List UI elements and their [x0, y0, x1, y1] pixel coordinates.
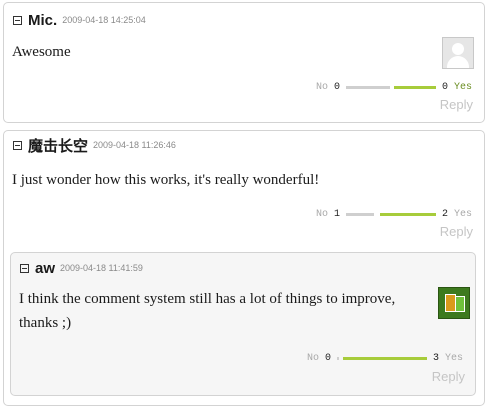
vote-no-count: 0	[333, 81, 340, 93]
comment-author[interactable]: aw	[35, 260, 55, 277]
vote-yes-fill	[379, 212, 436, 216]
comment-date: 2009-04-18 11:41:59	[60, 263, 143, 273]
reply-link[interactable]: Reply	[440, 97, 473, 112]
vote-no-fill	[345, 212, 374, 216]
collapse-icon[interactable]	[20, 263, 29, 273]
reply-comment: aw 2009-04-18 11:41:59 I think the comme…	[10, 252, 476, 396]
vote-track	[336, 356, 427, 360]
vote-no-label[interactable]: No	[307, 353, 319, 364]
default-user-icon	[442, 37, 474, 69]
collapse-icon[interactable]	[13, 140, 22, 150]
vote-no-count: 0	[324, 352, 331, 364]
vote-bar: No 0 3 Yes	[307, 351, 463, 365]
reply-link[interactable]: Reply	[432, 369, 465, 384]
green-game-avatar-icon	[438, 287, 470, 319]
reply-link[interactable]: Reply	[440, 224, 473, 239]
vote-yes-label[interactable]: Yes	[454, 209, 472, 220]
vote-bar: No 1 2 Yes	[316, 207, 472, 221]
comment-text: I think the comment system still has a l…	[19, 291, 396, 331]
vote-no-label[interactable]: No	[316, 209, 328, 220]
vote-track	[345, 212, 436, 216]
comment-text: Awesome	[12, 44, 71, 60]
vote-yes-label[interactable]: Yes	[445, 353, 463, 364]
vote-yes-label[interactable]: Yes	[454, 82, 472, 93]
vote-no-fill	[345, 85, 390, 89]
vote-no-fill	[336, 356, 339, 360]
vote-no-count: 1	[333, 208, 340, 220]
vote-yes-fill	[393, 85, 436, 89]
comment-date: 2009-04-18 11:26:46	[93, 140, 176, 150]
vote-yes-count: 3	[432, 352, 439, 364]
vote-no-label[interactable]: No	[316, 82, 328, 93]
comment-header: aw 2009-04-18 11:41:59	[20, 260, 143, 277]
comment-header: Mic. 2009-04-18 14:25:04	[13, 12, 146, 29]
vote-yes-count: 2	[441, 208, 448, 220]
comment-author[interactable]: 魔击长空	[28, 135, 88, 156]
vote-bar: No 0 0 Yes	[316, 80, 472, 94]
comment: Mic. 2009-04-18 14:25:04 Awesome No 0 0 …	[3, 2, 485, 123]
comment-text: I just wonder how this works, it's reall…	[12, 172, 320, 188]
comment-header: 魔击长空 2009-04-18 11:26:46	[13, 135, 176, 156]
comment-author[interactable]: Mic.	[28, 12, 57, 29]
vote-yes-count: 0	[441, 81, 448, 93]
vote-track	[345, 85, 436, 89]
collapse-icon[interactable]	[13, 15, 22, 25]
comment-date: 2009-04-18 14:25:04	[62, 15, 146, 25]
vote-yes-fill	[342, 356, 427, 360]
